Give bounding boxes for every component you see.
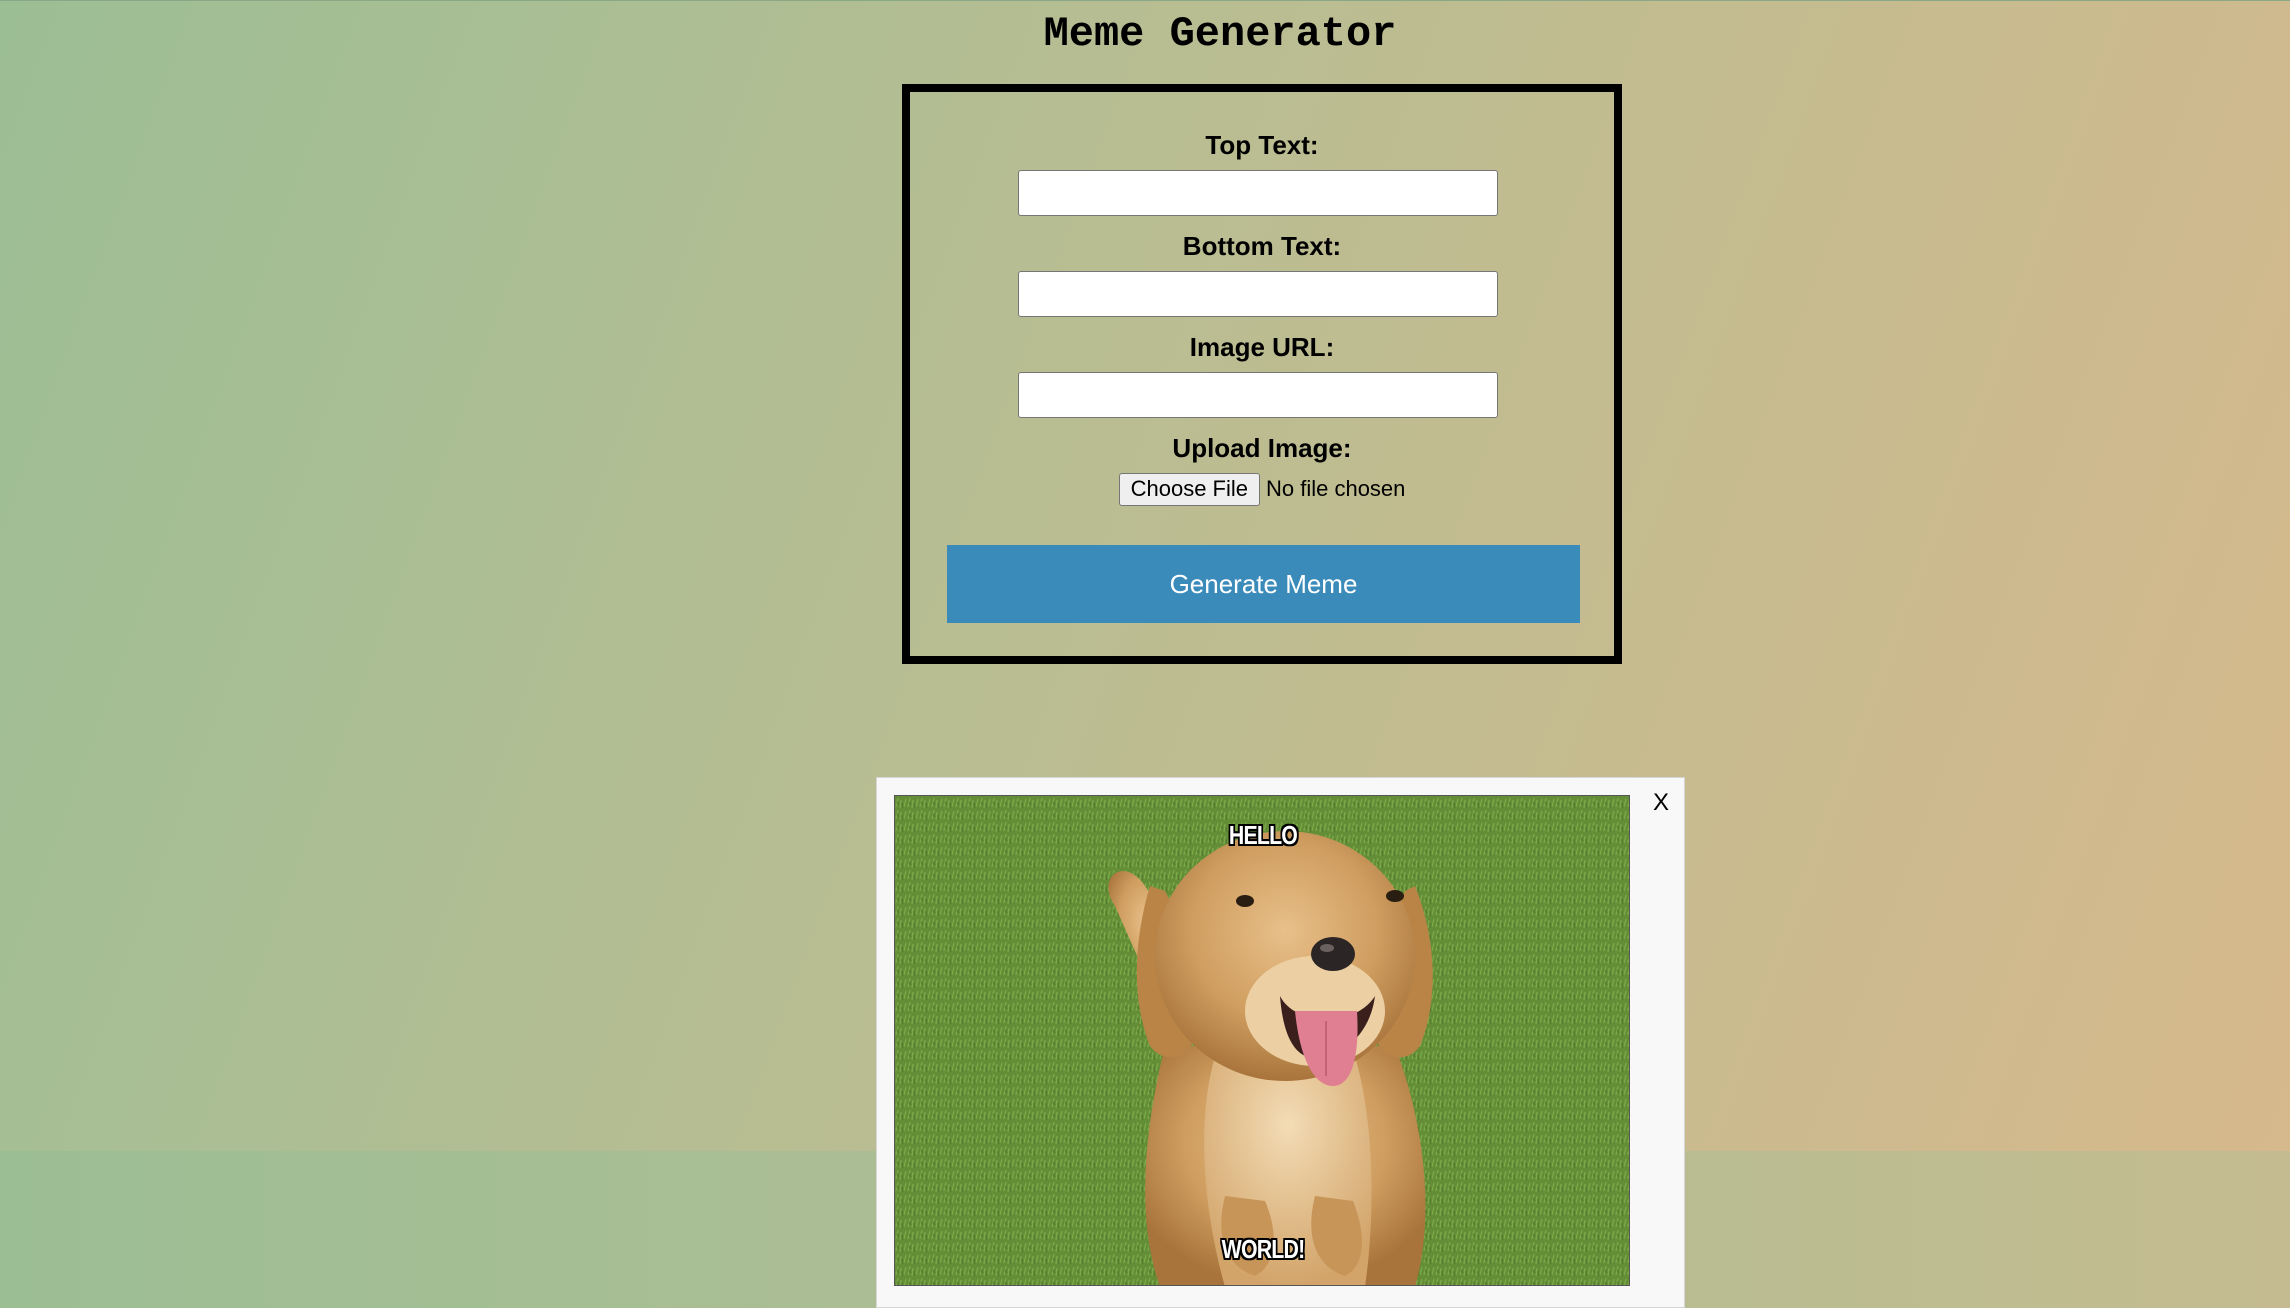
choose-file-button[interactable]: Choose File (1118, 472, 1260, 506)
image-url-label: Image URL: (1189, 332, 1335, 362)
meme-bottom-text: WORLD! (1221, 1234, 1306, 1264)
image-url-input[interactable] (1018, 372, 1498, 418)
top-text-label: Top Text: (1205, 130, 1319, 160)
meme-image: HELLO WORLD! (894, 795, 1630, 1286)
meme-top-text: HELLO (1228, 820, 1298, 850)
meme-preview-modal: X HELLO WORLD! (876, 777, 1685, 1308)
close-button[interactable]: X (1646, 788, 1676, 818)
bottom-text-label: Bottom Text: (1182, 231, 1342, 261)
page-title: Meme Generator (1043, 10, 1397, 58)
file-upload: Choose File No file chosen (910, 472, 1614, 506)
meme-form: Top Text: Bottom Text: Image URL: Upload… (902, 84, 1622, 664)
upload-image-label: Upload Image: (1172, 433, 1352, 463)
top-text-input[interactable] (1018, 170, 1498, 216)
bottom-text-input[interactable] (1018, 271, 1498, 317)
dog-photo-icon (895, 796, 1629, 1285)
file-status-text: No file chosen (1265, 476, 1406, 501)
generate-meme-button[interactable]: Generate Meme (947, 545, 1580, 623)
